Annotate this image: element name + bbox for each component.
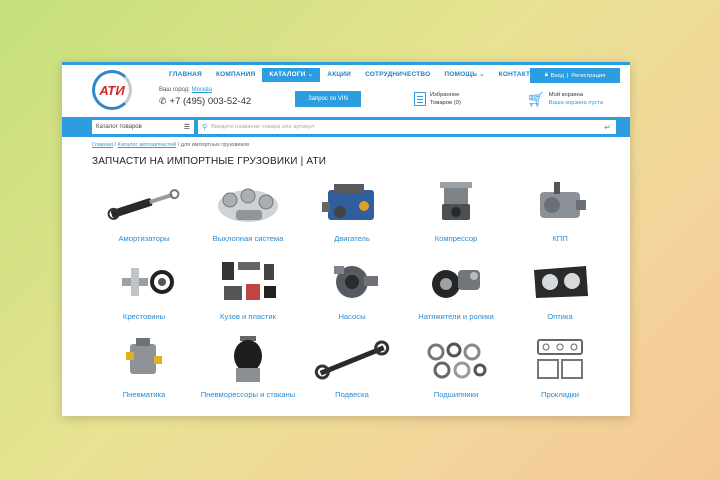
category-label[interactable]: Пневматика (123, 390, 166, 400)
pump-icon (312, 256, 392, 308)
breadcrumb: Главная / Каталог автозапчастей / для им… (92, 142, 249, 148)
favorites-count: Товаров (0) (430, 100, 461, 106)
category-label[interactable]: Прокладки (541, 390, 579, 400)
phone-number: +7 (495) 003-52-42 (169, 96, 252, 107)
nav-catalogs[interactable]: КАТАЛОГИ ⌄ (262, 68, 321, 82)
menu-icon: ☰ (183, 124, 190, 131)
category-item[interactable]: Прокладки (508, 334, 612, 412)
category-item[interactable]: Подшипники (404, 334, 508, 412)
category-item[interactable]: Насосы (300, 256, 404, 334)
body-plastic-icon (208, 256, 288, 308)
category-item[interactable]: Крестовины (92, 256, 196, 334)
site-logo[interactable]: АТИ (92, 70, 132, 110)
vin-request-button[interactable]: Запрос по VIN (295, 91, 361, 107)
city-selector: Ваш город: Москва (159, 87, 212, 93)
pneumatics-icon (104, 334, 184, 386)
tensioner-icon (416, 256, 496, 308)
breadcrumb-catalog[interactable]: Каталог автозапчастей (118, 142, 177, 148)
category-label[interactable]: Двигатель (334, 234, 370, 244)
category-item[interactable]: Подвеска (300, 334, 404, 412)
category-grid: Амортизаторы Выхлопная система Двигатель… (92, 178, 612, 412)
register-link[interactable]: Регистрация (571, 73, 605, 79)
site-header: АТИ ГЛАВНАЯ КОМПАНИЯ КАТАЛОГИ ⌄ АКЦИИ СО… (62, 65, 630, 117)
browser-frame: АТИ ГЛАВНАЯ КОМПАНИЯ КАТАЛОГИ ⌄ АКЦИИ СО… (62, 62, 630, 416)
category-label[interactable]: Амортизаторы (118, 234, 169, 244)
category-item[interactable]: Пневморессоры и стаканы (196, 334, 300, 412)
category-item[interactable]: Амортизаторы (92, 178, 196, 256)
login-link[interactable]: Вход (551, 73, 564, 79)
category-item[interactable]: Натяжители и ролики (404, 256, 508, 334)
suspension-icon (312, 334, 392, 386)
category-label[interactable]: Крестовины (123, 312, 165, 322)
city-label: Ваш город: (159, 87, 190, 93)
catalog-select-label: Каталог товаров (96, 124, 142, 130)
nav-company[interactable]: КОМПАНИЯ (209, 68, 262, 82)
category-label[interactable]: Насосы (338, 312, 365, 322)
compressor-icon (416, 178, 496, 230)
nav-promotions[interactable]: АКЦИИ (320, 68, 358, 82)
cart-status: Ваша корзина пуста (548, 100, 603, 106)
category-item[interactable]: Компрессор (404, 178, 508, 256)
gearbox-icon (520, 178, 600, 230)
air-spring-icon (208, 334, 288, 386)
cart-link[interactable]: 🛒︎ Мой корзина Ваша корзина пуста (527, 91, 603, 107)
engine-icon (312, 178, 392, 230)
category-item[interactable]: Пневматика (92, 334, 196, 412)
phone: ✆ +7 (495) 003-52-42 (159, 96, 251, 107)
login-separator: | (566, 72, 569, 79)
search-bar: Каталог товаров ☰ ⚲ ↵ (62, 117, 630, 137)
category-item[interactable]: КПП (508, 178, 612, 256)
category-item[interactable]: Двигатель (300, 178, 404, 256)
phone-icon: ✆ (159, 96, 167, 106)
nav-help[interactable]: ПОМОЩЬ ⌄ (437, 68, 491, 82)
nav-cooperation[interactable]: СОТРУДНИЧЕСТВО (358, 68, 437, 82)
gasket-icon (520, 334, 600, 386)
city-link[interactable]: Москва (192, 87, 212, 93)
category-item[interactable]: Выхлопная система (196, 178, 300, 256)
shock-absorber-icon (104, 178, 184, 230)
page-title: ЗАПЧАСТИ НА ИМПОРТНЫЕ ГРУЗОВИКИ | АТИ (92, 156, 327, 167)
cart-title: Мой корзина (548, 92, 584, 98)
favorites-link[interactable]: Избранное Товаров (0) (414, 91, 461, 107)
category-label[interactable]: Пневморессоры и стаканы (201, 390, 296, 400)
category-label[interactable]: Компрессор (435, 234, 478, 244)
category-label[interactable]: Подшипники (434, 390, 478, 400)
search-submit-icon[interactable]: ↵ (604, 123, 611, 132)
search-icon: ⚲ (202, 124, 208, 131)
catalog-select[interactable]: Каталог товаров ☰ (92, 120, 194, 134)
favorites-list-icon (414, 92, 426, 106)
search-field[interactable]: ⚲ ↵ (198, 120, 616, 134)
nav-home[interactable]: ГЛАВНАЯ (162, 68, 209, 82)
exhaust-system-icon (208, 178, 288, 230)
category-item[interactable]: Оптика (508, 256, 612, 334)
category-label[interactable]: Выхлопная система (213, 234, 284, 244)
breadcrumb-current: для импортных грузовиков (180, 142, 250, 148)
cross-joint-icon (104, 256, 184, 308)
category-label[interactable]: Оптика (547, 312, 572, 322)
search-input[interactable] (211, 124, 592, 130)
login-register-button[interactable]: 🔒︎ Вход | Регистрация (530, 68, 620, 83)
favorites-title: Избранное (430, 92, 460, 98)
category-label[interactable]: КПП (552, 234, 567, 244)
main-nav: ГЛАВНАЯ КОМПАНИЯ КАТАЛОГИ ⌄ АКЦИИ СОТРУД… (162, 68, 544, 82)
category-label[interactable]: Кузов и пластик (220, 312, 276, 322)
headlight-icon (520, 256, 600, 308)
category-label[interactable]: Подвеска (335, 390, 369, 400)
breadcrumb-home[interactable]: Главная (92, 142, 113, 148)
cart-icon: 🛒︎ (527, 91, 545, 107)
bearing-icon (416, 334, 496, 386)
lock-icon: 🔒︎ (544, 72, 548, 78)
category-label[interactable]: Натяжители и ролики (418, 312, 493, 322)
category-item[interactable]: Кузов и пластик (196, 256, 300, 334)
